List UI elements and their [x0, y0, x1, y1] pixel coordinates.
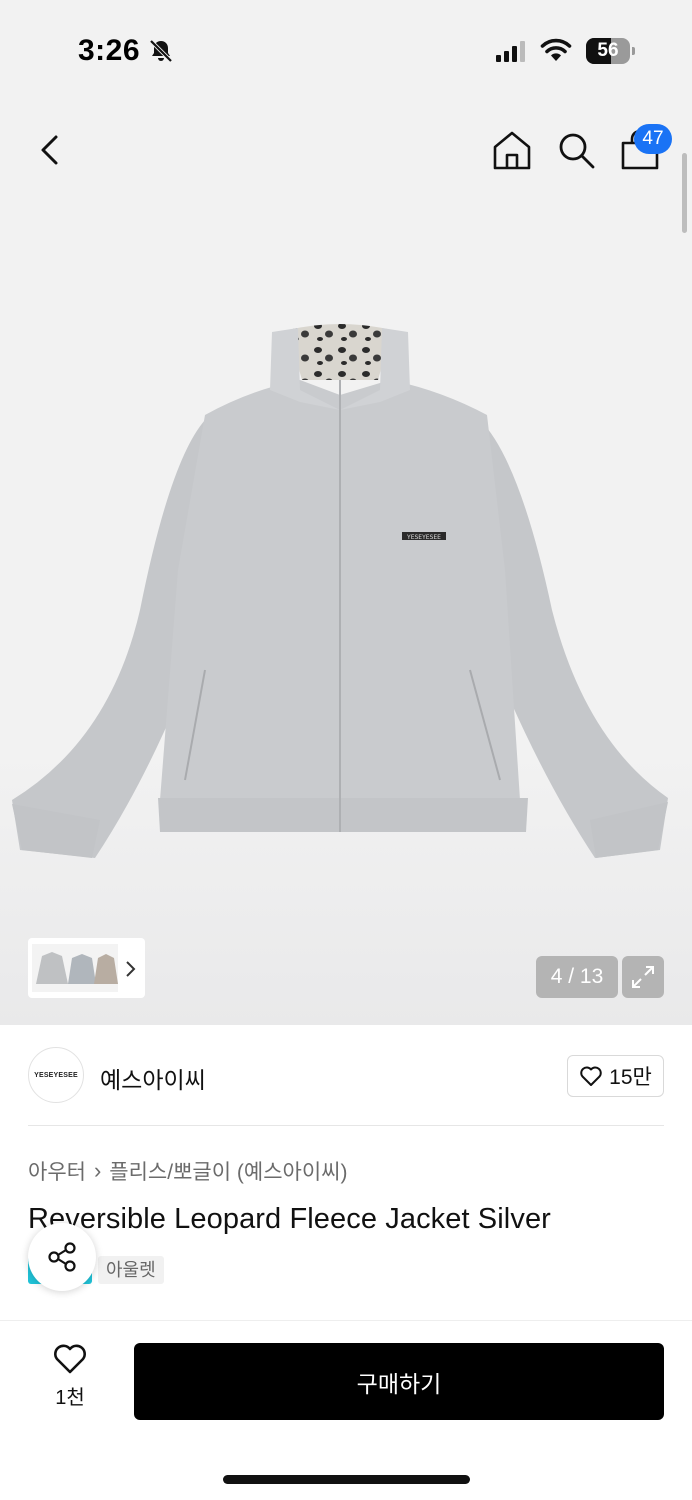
breadcrumb-item[interactable]: 아우터	[28, 1156, 86, 1186]
divider	[28, 1125, 664, 1126]
status-time: 3:26	[78, 34, 141, 67]
expand-arrows-icon	[632, 966, 654, 988]
brand-like-count: 15만	[609, 1066, 652, 1089]
thumbnail-strip[interactable]	[28, 938, 145, 998]
back-chevron-icon[interactable]	[30, 128, 70, 172]
battery-icon: 56	[586, 38, 635, 64]
buy-button[interactable]: 구매하기	[134, 1343, 664, 1420]
bell-off-icon	[149, 39, 173, 63]
heart-icon	[580, 1066, 602, 1086]
chevron-right-icon: ›	[93, 1158, 102, 1183]
cart-count-badge[interactable]: 47	[634, 124, 672, 154]
heart-icon	[54, 1344, 86, 1374]
thumbnail-images[interactable]	[32, 944, 118, 992]
wishlist-count: 1천	[55, 1387, 85, 1409]
jacket-logo-text: YESEYESEE	[406, 534, 441, 541]
breadcrumb: 아우터 › 플리스/뽀글이 (예스아이씨)	[28, 1156, 347, 1186]
battery-level: 56	[597, 40, 619, 61]
wishlist-button[interactable]: 1천	[40, 1343, 100, 1413]
home-indicator	[223, 1475, 470, 1484]
breadcrumb-item[interactable]: 플리스/뽀글이 (예스아이씨)	[109, 1156, 347, 1186]
search-icon[interactable]	[554, 128, 598, 172]
image-counter: 4 / 13	[536, 956, 618, 998]
chevron-right-icon[interactable]	[124, 958, 138, 980]
product-title: Reversible Leopard Fleece Jacket Silver	[28, 1203, 551, 1235]
product-image[interactable]: YESEYESEE	[0, 320, 692, 880]
bottom-action-bar: 1천 구매하기	[0, 1320, 692, 1500]
wifi-icon	[540, 38, 572, 61]
brand-like-button[interactable]: 15만	[567, 1055, 664, 1097]
product-gallery[interactable]: 47 YESEYESEE 4 / 13	[0, 100, 692, 1025]
outlet-tag: 아울렛	[98, 1256, 164, 1284]
brand-name[interactable]: 예스아이씨	[100, 1061, 206, 1095]
status-bar: 3:26 56	[0, 0, 692, 100]
brand-logo[interactable]: YESEYESEE	[28, 1047, 84, 1103]
brand-row[interactable]: YESEYESEE 예스아이씨 15만	[28, 1045, 664, 1105]
share-icon	[48, 1242, 76, 1272]
share-button[interactable]	[28, 1223, 96, 1291]
scroll-indicator	[682, 153, 687, 233]
home-icon[interactable]	[490, 128, 534, 172]
expand-button[interactable]	[622, 956, 664, 998]
cellular-signal-icon	[496, 40, 525, 62]
